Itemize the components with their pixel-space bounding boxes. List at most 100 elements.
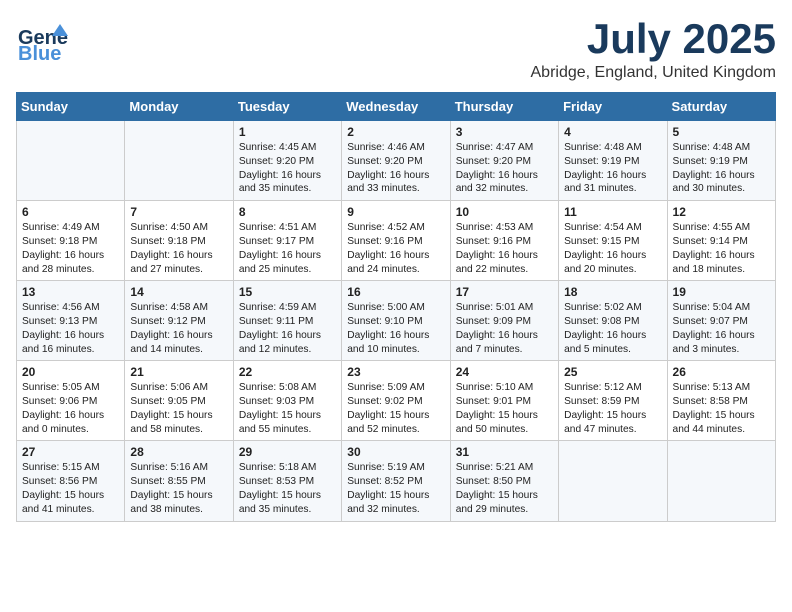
day-number: 14 [130,285,227,299]
day-number: 17 [456,285,553,299]
day-content: Sunrise: 4:47 AMSunset: 9:20 PMDaylight:… [456,141,553,196]
calendar-week-1: 1Sunrise: 4:45 AMSunset: 9:20 PMDaylight… [17,121,776,201]
calendar-cell: 22Sunrise: 5:08 AMSunset: 9:03 PMDayligh… [233,361,341,441]
day-number: 20 [22,365,119,379]
month-title: July 2025 [531,16,777,62]
day-header-tuesday: Tuesday [233,93,341,121]
calendar-cell [559,441,667,521]
calendar-cell [17,121,125,201]
day-number: 22 [239,365,336,379]
day-content: Sunrise: 5:06 AMSunset: 9:05 PMDaylight:… [130,381,227,436]
day-header-wednesday: Wednesday [342,93,450,121]
day-content: Sunrise: 5:10 AMSunset: 9:01 PMDaylight:… [456,381,553,436]
day-content: Sunrise: 5:01 AMSunset: 9:09 PMDaylight:… [456,301,553,356]
day-header-friday: Friday [559,93,667,121]
day-number: 21 [130,365,227,379]
day-number: 26 [673,365,770,379]
day-number: 7 [130,205,227,219]
calendar-cell: 10Sunrise: 4:53 AMSunset: 9:16 PMDayligh… [450,201,558,281]
calendar-cell [125,121,233,201]
calendar-cell: 20Sunrise: 5:05 AMSunset: 9:06 PMDayligh… [17,361,125,441]
day-number: 8 [239,205,336,219]
day-header-monday: Monday [125,93,233,121]
day-content: Sunrise: 4:48 AMSunset: 9:19 PMDaylight:… [564,141,661,196]
calendar-cell: 30 Sunrise: 5:19 AMSunset: 8:52 PMDayligh… [342,441,450,521]
day-content: Sunrise: 4:51 AMSunset: 9:17 PMDaylight:… [239,221,336,276]
calendar-cell: 29 Sunrise: 5:18 AMSunset: 8:53 PMDayligh… [233,441,341,521]
day-number: 19 [673,285,770,299]
day-content: Sunrise: 4:49 AMSunset: 9:18 PMDaylight:… [22,221,119,276]
logo-icon: General Blue [16,16,68,64]
calendar-cell: 21 Sunrise: 5:06 AMSunset: 9:05 PMDayligh… [125,361,233,441]
day-number: 30 [347,445,444,459]
day-number: 9 [347,205,444,219]
day-header-saturday: Saturday [667,93,775,121]
calendar-header-row: SundayMondayTuesdayWednesdayThursdayFrid… [17,93,776,121]
day-number: 29 [239,445,336,459]
day-header-thursday: Thursday [450,93,558,121]
calendar-cell: 23Sunrise: 5:09 AMSunset: 9:02 PMDayligh… [342,361,450,441]
calendar-cell: 17 Sunrise: 5:01 AMSunset: 9:09 PMDayligh… [450,281,558,361]
day-number: 15 [239,285,336,299]
day-number: 16 [347,285,444,299]
calendar-cell: 8 Sunrise: 4:51 AMSunset: 9:17 PMDaylight… [233,201,341,281]
day-number: 2 [347,125,444,139]
day-content: Sunrise: 5:02 AMSunset: 9:08 PMDaylight:… [564,301,661,356]
day-number: 25 [564,365,661,379]
day-content: Sunrise: 5:21 AMSunset: 8:50 PMDaylight:… [456,461,553,516]
day-number: 13 [22,285,119,299]
calendar-cell: 7 Sunrise: 4:50 AMSunset: 9:18 PMDaylight… [125,201,233,281]
logo: General Blue [16,16,68,64]
day-content: Sunrise: 4:52 AMSunset: 9:16 PMDaylight:… [347,221,444,276]
day-content: Sunrise: 5:19 AMSunset: 8:52 PMDaylight:… [347,461,444,516]
day-number: 5 [673,125,770,139]
calendar-cell: 28Sunrise: 5:16 AMSunset: 8:55 PMDayligh… [125,441,233,521]
day-number: 18 [564,285,661,299]
day-content: Sunrise: 4:48 AMSunset: 9:19 PMDaylight:… [673,141,770,196]
calendar-cell: 27Sunrise: 5:15 AMSunset: 8:56 PMDayligh… [17,441,125,521]
calendar-cell: 25 Sunrise: 5:12 AMSunset: 8:59 PMDayligh… [559,361,667,441]
calendar-week-5: 27Sunrise: 5:15 AMSunset: 8:56 PMDayligh… [17,441,776,521]
calendar-cell: 12 Sunrise: 4:55 AMSunset: 9:14 PMDayligh… [667,201,775,281]
svg-text:Blue: Blue [18,43,61,64]
day-number: 11 [564,205,661,219]
calendar-cell: 14 Sunrise: 4:58 AMSunset: 9:12 PMDayligh… [125,281,233,361]
day-number: 31 [456,445,553,459]
calendar-cell: 13 Sunrise: 4:56 AMSunset: 9:13 PMDayligh… [17,281,125,361]
day-number: 10 [456,205,553,219]
day-content: Sunrise: 5:04 AMSunset: 9:07 PMDaylight:… [673,301,770,356]
calendar-cell: 4 Sunrise: 4:48 AMSunset: 9:19 PMDaylight… [559,121,667,201]
day-number: 28 [130,445,227,459]
day-content: Sunrise: 5:00 AMSunset: 9:10 PMDaylight:… [347,301,444,356]
calendar-table: SundayMondayTuesdayWednesdayThursdayFrid… [16,92,776,521]
day-content: Sunrise: 4:58 AMSunset: 9:12 PMDaylight:… [130,301,227,356]
location: Abridge, England, United Kingdom [531,64,777,82]
calendar-cell [667,441,775,521]
calendar-week-2: 6 Sunrise: 4:49 AMSunset: 9:18 PMDaylight… [17,201,776,281]
day-content: Sunrise: 4:55 AMSunset: 9:14 PMDaylight:… [673,221,770,276]
calendar-cell: 19 Sunrise: 5:04 AMSunset: 9:07 PMDayligh… [667,281,775,361]
day-content: Sunrise: 5:13 AMSunset: 8:58 PMDaylight:… [673,381,770,436]
calendar-cell: 5 Sunrise: 4:48 AMSunset: 9:19 PMDaylight… [667,121,775,201]
day-content: Sunrise: 5:12 AMSunset: 8:59 PMDaylight:… [564,381,661,436]
calendar-week-3: 13 Sunrise: 4:56 AMSunset: 9:13 PMDayligh… [17,281,776,361]
day-header-sunday: Sunday [17,93,125,121]
day-number: 1 [239,125,336,139]
day-number: 6 [22,205,119,219]
day-content: Sunrise: 4:46 AMSunset: 9:20 PMDaylight:… [347,141,444,196]
calendar-cell: 3Sunrise: 4:47 AMSunset: 9:20 PMDaylight… [450,121,558,201]
calendar-cell: 16 Sunrise: 5:00 AMSunset: 9:10 PMDayligh… [342,281,450,361]
day-number: 27 [22,445,119,459]
calendar-cell: 2 Sunrise: 4:46 AMSunset: 9:20 PMDaylight… [342,121,450,201]
day-content: Sunrise: 4:50 AMSunset: 9:18 PMDaylight:… [130,221,227,276]
calendar-cell: 15 Sunrise: 4:59 AMSunset: 9:11 PMDayligh… [233,281,341,361]
day-number: 4 [564,125,661,139]
day-number: 12 [673,205,770,219]
day-content: Sunrise: 4:54 AMSunset: 9:15 PMDaylight:… [564,221,661,276]
day-content: Sunrise: 5:18 AMSunset: 8:53 PMDaylight:… [239,461,336,516]
calendar-cell: 26 Sunrise: 5:13 AMSunset: 8:58 PMDayligh… [667,361,775,441]
calendar-cell: 6 Sunrise: 4:49 AMSunset: 9:18 PMDaylight… [17,201,125,281]
day-content: Sunrise: 4:59 AMSunset: 9:11 PMDaylight:… [239,301,336,356]
day-content: Sunrise: 4:56 AMSunset: 9:13 PMDaylight:… [22,301,119,356]
calendar-cell: 31 Sunrise: 5:21 AMSunset: 8:50 PMDayligh… [450,441,558,521]
